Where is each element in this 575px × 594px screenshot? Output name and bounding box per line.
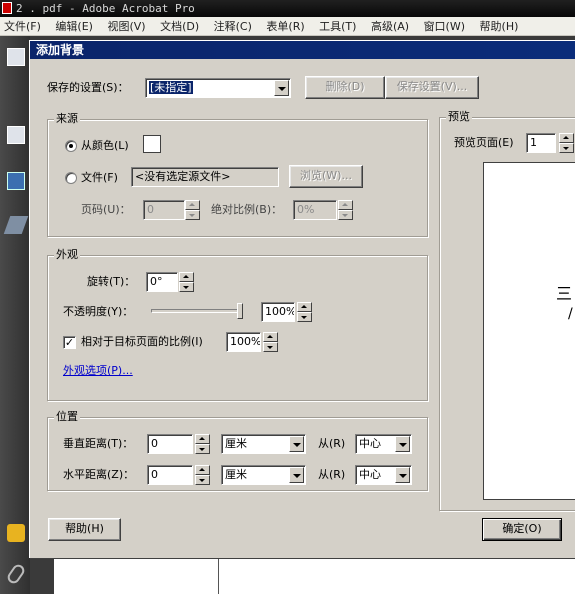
preview-sample-text-2: /: [568, 306, 573, 322]
relative-scale-checkbox[interactable]: ✓: [63, 336, 76, 349]
relative-scale-field[interactable]: 100%: [226, 332, 261, 352]
save-settings-button[interactable]: 保存设置(V)...: [385, 76, 479, 99]
menu-help[interactable]: 帮助(H): [476, 17, 523, 35]
app-title: 2 . pdf - Adobe Acrobat Pro: [16, 2, 195, 15]
position-group-title: 位置: [54, 410, 80, 424]
pages-icon[interactable]: [7, 48, 25, 66]
menu-file[interactable]: 文件(F): [0, 17, 45, 35]
horizontal-distance-spinner[interactable]: [195, 465, 210, 485]
page-number-label: 页码(U)：: [81, 203, 131, 216]
chevron-down-icon[interactable]: [289, 436, 304, 452]
opacity-spinner[interactable]: [297, 302, 312, 322]
saved-settings-value: [未指定]: [149, 81, 193, 94]
page-thumbnails-icon[interactable]: [7, 126, 25, 144]
vertical-distance-label: 垂直距离(T)：: [63, 437, 134, 450]
vertical-unit-value: 厘米: [225, 437, 247, 450]
chevron-down-icon[interactable]: [274, 80, 289, 96]
menu-advanced[interactable]: 高级(A): [367, 17, 413, 35]
opacity-label: 不透明度(Y)：: [63, 305, 134, 318]
vertical-from-value: 中心: [359, 437, 381, 450]
menu-edit[interactable]: 编辑(E): [51, 17, 97, 35]
from-color-label: 从颜色(L): [81, 139, 129, 152]
chevron-down-icon[interactable]: [395, 436, 410, 452]
appearance-options-link[interactable]: 外观选项(P)...: [63, 362, 133, 380]
absolute-scale-label: 绝对比例(B)：: [211, 203, 283, 216]
preview-sample-text: 三: [556, 284, 573, 303]
background-color-swatch[interactable]: [143, 135, 161, 153]
source-file-field[interactable]: <没有选定源文件>: [131, 167, 279, 187]
menu-bar: 文件(F) 编辑(E) 视图(V) 文档(D) 注释(C) 表单(R) 工具(T…: [0, 17, 575, 36]
vertical-from-select[interactable]: 中心: [355, 434, 412, 454]
preview-page-spinner[interactable]: [559, 133, 574, 153]
signatures-icon[interactable]: [3, 216, 29, 234]
horizontal-from-label: 从(R): [318, 468, 346, 481]
preview-group-title: 预览: [446, 110, 472, 124]
from-color-radio[interactable]: [65, 140, 77, 152]
delete-button[interactable]: 删除(D): [305, 76, 385, 99]
appearance-group-title: 外观: [54, 248, 80, 262]
absolute-scale-spinner[interactable]: [338, 200, 353, 220]
source-group-title: 来源: [54, 112, 80, 126]
preview-group: 预览 预览页面(E) 1 三 /: [439, 110, 575, 511]
dialog-title: 添加背景: [30, 41, 575, 59]
appearance-group: 外观 旋转(T)： 0° 不透明度(Y)： 100% ✓ 相对于目标页面的比例(…: [47, 248, 428, 401]
add-background-dialog: 添加背景 保存的设置(S)： [未指定] 删除(D) 保存设置(V)... 来源…: [29, 40, 575, 558]
document-page: [54, 558, 575, 594]
menu-forms[interactable]: 表单(R): [262, 17, 308, 35]
page-number-spinner[interactable]: [185, 200, 200, 220]
page-number-field[interactable]: 0: [143, 200, 185, 220]
vertical-unit-select[interactable]: 厘米: [221, 434, 306, 454]
rotation-spinner[interactable]: [179, 272, 194, 292]
app-title-bar: 2 . pdf - Adobe Acrobat Pro: [0, 0, 575, 17]
acrobat-app-icon: [2, 2, 12, 14]
preview-page-canvas: 三 /: [483, 162, 575, 500]
rotation-label: 旋转(T)：: [87, 275, 136, 288]
browse-button[interactable]: 浏览(W)...: [289, 165, 363, 188]
navigation-sidebar: [0, 36, 30, 594]
menu-document[interactable]: 文档(D): [156, 17, 203, 35]
ok-button[interactable]: 确定(O): [482, 518, 562, 541]
horizontal-distance-field[interactable]: 0: [147, 465, 193, 485]
horizontal-from-select[interactable]: 中心: [355, 465, 412, 485]
vertical-distance-field[interactable]: 0: [147, 434, 193, 454]
relative-scale-spinner[interactable]: [263, 332, 278, 352]
opacity-field[interactable]: 100%: [261, 302, 295, 322]
file-radio[interactable]: [65, 172, 77, 184]
file-label: 文件(F): [81, 171, 118, 184]
horizontal-unit-select[interactable]: 厘米: [221, 465, 306, 485]
menu-window[interactable]: 窗口(W): [420, 17, 469, 35]
bookmarks-icon[interactable]: [7, 172, 25, 190]
absolute-scale-field[interactable]: 0%: [293, 200, 337, 220]
chevron-down-icon[interactable]: [289, 467, 304, 483]
menu-view[interactable]: 视图(V): [103, 17, 149, 35]
help-button[interactable]: 帮助(H): [48, 518, 121, 541]
menu-tools[interactable]: 工具(T): [315, 17, 360, 35]
position-group: 位置 垂直距离(T)： 0 厘米 从(R) 中心 水平距离(Z)： 0 厘米 从…: [47, 410, 428, 491]
saved-settings-select[interactable]: [未指定]: [145, 78, 291, 98]
horizontal-distance-label: 水平距离(Z)：: [63, 468, 135, 481]
menu-comments[interactable]: 注释(C): [210, 17, 256, 35]
rotation-field[interactable]: 0°: [146, 272, 178, 292]
comments-icon[interactable]: [7, 524, 25, 542]
horizontal-unit-value: 厘米: [225, 468, 247, 481]
chevron-down-icon[interactable]: [395, 467, 410, 483]
opacity-slider-track[interactable]: [151, 309, 243, 313]
vertical-from-label: 从(R): [318, 437, 346, 450]
preview-page-label: 预览页面(E): [454, 136, 514, 149]
relative-scale-label: 相对于目标页面的比例(I): [81, 335, 203, 348]
opacity-slider-handle[interactable]: [237, 303, 243, 319]
attachments-icon[interactable]: [5, 562, 27, 586]
preview-page-field[interactable]: 1: [526, 133, 556, 153]
horizontal-from-value: 中心: [359, 468, 381, 481]
vertical-distance-spinner[interactable]: [195, 434, 210, 454]
document-divider: [218, 558, 219, 594]
saved-settings-label: 保存的设置(S)：: [47, 81, 129, 94]
source-group: 来源 从颜色(L) 文件(F) <没有选定源文件> 浏览(W)... 页码(U)…: [47, 112, 428, 237]
